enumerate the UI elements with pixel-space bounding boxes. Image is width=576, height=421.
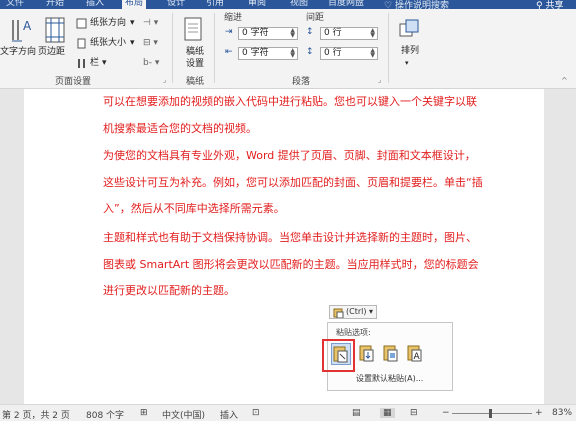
draft-group-label: 稿纸	[186, 77, 205, 87]
orientation-icon	[76, 18, 87, 29]
tab-baidu-netdisk[interactable]: 百度网盘	[328, 0, 364, 9]
text-direction-icon: A	[12, 19, 32, 42]
language[interactable]: 中文(中国)	[162, 408, 205, 421]
ribbon: A 文字方向 页边距 纸张方向 ▾ 纸张大小 ▾ 栏 ▾ ⊣ ▾ ⊟ ▾ b- …	[0, 9, 576, 89]
margins-icon	[45, 17, 65, 43]
zoom-level[interactable]: 83%	[552, 408, 572, 418]
spinner-icon[interactable]: ▲ ▼	[290, 48, 295, 59]
orientation-label: 纸张方向	[90, 18, 127, 28]
spacing-after-value: 0 行	[324, 48, 342, 58]
document-area: 可以在想要添加的视频的嵌入代码中进行粘贴。您也可以键入一个关键字以联机搜索最适合…	[0, 89, 576, 404]
spacing-before-icon: ↕	[306, 27, 314, 37]
word-window: 文件 开始 插入 布局 设计 引用 审阅 视图 百度网盘 ♡ 操作说明搜索 ⚲ …	[0, 0, 576, 421]
indent-right-value: 0 字符	[242, 48, 269, 58]
paragraph-3[interactable]: 主题和样式也有助于文档保持协调。当您单击设计并选择新的主题时，图片、图表或 Sm…	[103, 225, 483, 305]
keep-text-only-icon: A	[407, 345, 422, 362]
keep-text-only-option[interactable]: A	[406, 343, 426, 365]
ribbon-tab-bar: 文件 开始 插入 布局 设计 引用 审阅 视图 百度网盘 ♡ 操作说明搜索 ⚲ …	[0, 0, 576, 11]
indent-right-icon: ⇤	[225, 47, 233, 57]
draft-paper-label-2: 设置	[186, 59, 205, 69]
spacing-after-field[interactable]: 0 行 ▲ ▼	[320, 47, 378, 60]
zoom-slider-thumb[interactable]	[489, 409, 492, 418]
line-numbers-icon[interactable]: ⊟ ▾	[143, 38, 158, 49]
paste-options-label: (Ctrl) ▾	[346, 307, 374, 316]
collapse-ribbon-icon[interactable]: ^	[561, 75, 568, 86]
document-page[interactable]: 可以在想要添加的视频的嵌入代码中进行粘贴。您也可以键入一个关键字以联机搜索最适合…	[24, 89, 544, 404]
web-layout-icon[interactable]: ⊟	[410, 408, 418, 418]
read-mode-icon[interactable]: ▤	[352, 408, 361, 418]
proofing-icon[interactable]: ⊞	[140, 408, 148, 418]
spacing-after-icon: ↕	[306, 47, 314, 57]
zoom-out-button[interactable]: −	[442, 408, 450, 418]
tab-references[interactable]: 引用	[206, 0, 224, 9]
picture-paste-icon	[383, 345, 398, 362]
page-count[interactable]: 第 2 页，共 2 页	[2, 408, 70, 421]
group-separator	[388, 13, 389, 83]
tab-home[interactable]: 开始	[46, 0, 64, 9]
page-setup-group-label: 页面设置	[55, 77, 92, 87]
spacing-before-field[interactable]: 0 行 ▲ ▼	[320, 27, 378, 40]
paste-options-button[interactable]: (Ctrl) ▾	[329, 305, 378, 319]
macro-icon[interactable]: ⊡	[252, 408, 260, 418]
print-layout-icon[interactable]: ▦	[380, 408, 395, 418]
indent-left-icon: ⇥	[225, 27, 233, 37]
group-separator	[172, 13, 173, 83]
insert-mode[interactable]: 插入	[220, 408, 238, 421]
merge-formatting-icon	[359, 345, 374, 362]
set-default-paste-item[interactable]: 设置默认粘贴(A)...	[356, 373, 423, 384]
arrange-label: 排列	[401, 46, 420, 56]
spacing-header: 间距	[306, 13, 325, 23]
clipboard-icon	[333, 308, 344, 318]
tab-insert[interactable]: 插入	[86, 0, 104, 9]
paragraph-1[interactable]: 可以在想要添加的视频的嵌入代码中进行粘贴。您也可以键入一个关键字以联机搜索最适合…	[103, 89, 483, 142]
margins-label: 页边距	[38, 47, 66, 57]
picture-paste-option[interactable]	[382, 343, 402, 365]
chevron-down-icon: ▾	[102, 58, 107, 68]
merge-formatting-option[interactable]	[358, 343, 378, 365]
indent-left-value: 0 字符	[242, 28, 269, 38]
tab-layout[interactable]: 布局	[122, 0, 147, 9]
dialog-launcher-icon[interactable]: ⌟	[163, 75, 166, 86]
dialog-launcher-icon[interactable]: ⌟	[378, 75, 381, 86]
columns-icon	[78, 59, 85, 68]
paste-options-title: 粘贴选项:	[336, 328, 371, 337]
svg-text:A: A	[414, 352, 421, 362]
status-bar: 第 2 页，共 2 页 808 个字 ⊞ 中文(中国) 插入 ⊡ ▤ ▦ ⊟ −…	[0, 404, 576, 421]
tab-view[interactable]: 视图	[290, 0, 308, 9]
text-direction-label: 文字方向	[0, 47, 37, 57]
spacing-before-value: 0 行	[324, 28, 342, 38]
indent-header: 缩进	[224, 13, 243, 23]
columns-label: 栏	[90, 58, 100, 68]
group-separator	[214, 13, 215, 83]
size-label: 纸张大小	[90, 38, 127, 48]
paragraph-2[interactable]: 为使您的文档具有专业外观，Word 提供了页眉、页脚、封面和文本框设计，这些设计…	[103, 143, 483, 223]
page-size-icon	[77, 38, 86, 49]
hyphenation-icon[interactable]: b- ▾	[143, 58, 159, 69]
word-count[interactable]: 808 个字	[86, 408, 124, 421]
paragraph-group-label: 段落	[292, 77, 311, 87]
chevron-down-icon: ▾	[130, 38, 135, 48]
tab-review[interactable]: 审阅	[248, 0, 266, 9]
highlight-box	[322, 339, 355, 372]
indent-left-field[interactable]: 0 字符 ▲ ▼	[238, 27, 298, 40]
arrange-icon	[399, 19, 419, 37]
indent-right-field[interactable]: 0 字符 ▲ ▼	[238, 47, 298, 60]
spinner-icon[interactable]: ▲ ▼	[290, 28, 295, 39]
tab-design[interactable]: 设计	[167, 0, 185, 9]
spinner-icon[interactable]: ▲ ▼	[370, 48, 375, 59]
draft-paper-icon	[184, 17, 202, 41]
svg-text:A: A	[23, 19, 32, 33]
draft-paper-label-1: 稿纸	[186, 47, 205, 57]
chevron-down-icon: ▾	[405, 59, 409, 67]
zoom-slider-track[interactable]	[452, 413, 532, 414]
chevron-down-icon: ▾	[130, 18, 135, 28]
tab-file[interactable]: 文件	[6, 0, 24, 9]
zoom-in-button[interactable]: +	[535, 408, 543, 418]
breaks-icon[interactable]: ⊣ ▾	[143, 18, 158, 29]
spinner-icon[interactable]: ▲ ▼	[370, 28, 375, 39]
